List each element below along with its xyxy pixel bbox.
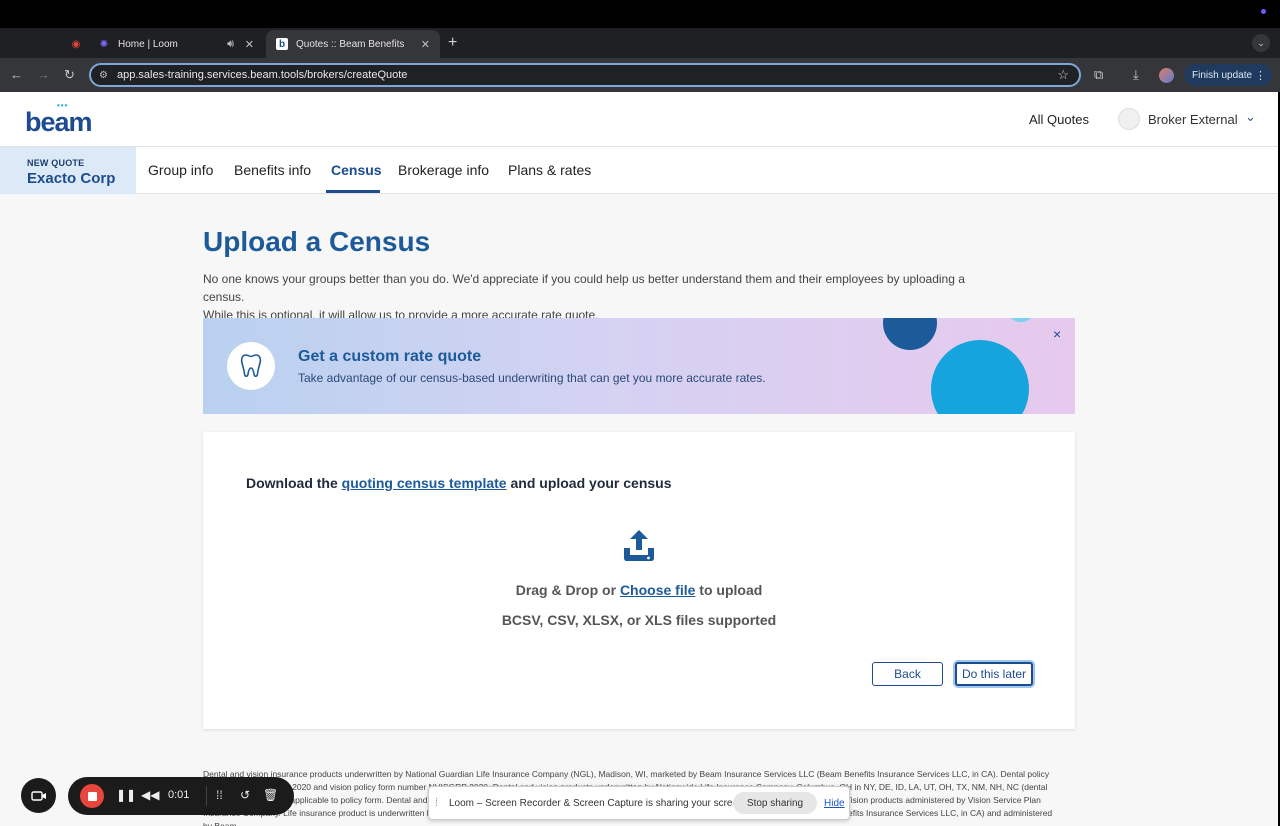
custom-rate-banner: Get a custom rate quote Take advantage o… (203, 318, 1075, 414)
download-instructions: Download the quoting census template and… (246, 475, 672, 491)
restart-icon[interactable]: ↺ (240, 788, 250, 802)
rewind-icon[interactable]: ◀◀ (141, 788, 159, 802)
menu-kebab-icon: ⋮ (1255, 69, 1267, 82)
tab-brokerage-info[interactable]: Brokerage info (398, 162, 489, 178)
reload-icon[interactable]: ↻ (64, 67, 75, 83)
download-prefix: Download the (246, 475, 342, 491)
drag-suffix: to upload (695, 582, 763, 598)
supported-file-types: BCSV, CSV, XLSX, or XLS files supported (501, 612, 777, 628)
upload-card: Download the quoting census template and… (203, 432, 1075, 729)
recording-timer: 0:01 (168, 789, 190, 801)
back-button[interactable]: Back (872, 662, 943, 686)
tab-beam-quotes[interactable]: b Quotes :: Beam Benefits ✕ (266, 30, 440, 58)
decorative-bubble (883, 318, 937, 350)
record-icon: ◉ (71, 38, 81, 50)
logo-text: beam (25, 107, 93, 137)
drag-drop-zone[interactable]: Drag & Drop or Choose file to upload (203, 582, 1075, 598)
screen-share-notice: ⁞ Loom – Screen Recorder & Screen Captur… (428, 786, 850, 820)
tab-plans-rates[interactable]: Plans & rates (508, 162, 591, 178)
decorative-bubble (931, 340, 1029, 414)
chevron-down-icon: ⌄ (1257, 37, 1265, 48)
status-dot (1261, 9, 1266, 14)
divider (206, 786, 207, 806)
tab-title: Home | Loom (118, 38, 178, 50)
drag-handle-icon[interactable]: ⁞ (435, 797, 438, 809)
user-avatar[interactable] (1118, 108, 1140, 130)
decorative-bubble (1009, 318, 1033, 322)
site-header: ••• beam All Quotes Broker External ⌄ (0, 92, 1278, 147)
finish-update-label: Finish update (1192, 69, 1253, 81)
tab-group-info[interactable]: Group info (148, 162, 213, 178)
trash-icon[interactable]: 🗑︎ (263, 788, 278, 802)
all-quotes-link[interactable]: All Quotes (1029, 112, 1089, 127)
new-quote-label: NEW QUOTE (27, 158, 85, 168)
tab-census[interactable]: Census (331, 162, 382, 178)
pause-icon[interactable]: ❚❚ (116, 788, 136, 802)
stop-sharing-button[interactable]: Stop sharing (733, 792, 817, 814)
new-tab-button[interactable]: + (448, 34, 457, 52)
close-icon[interactable]: ✕ (245, 38, 254, 51)
tab-loom-home[interactable]: ✺ Home | Loom 🔊︎ ✕ (88, 30, 264, 58)
intro-text: No one knows your groups better than you… (203, 270, 1003, 324)
tab-benefits-info[interactable]: Benefits info (234, 162, 311, 178)
do-this-later-button[interactable]: Do this later (955, 662, 1033, 686)
active-tab-indicator (326, 190, 380, 193)
share-message: Loom – Screen Recorder & Screen Capture … (449, 798, 747, 809)
grid-icon[interactable]: ⁞⁞ (216, 788, 223, 802)
choose-file-link[interactable]: Choose file (620, 582, 695, 598)
banner-title: Get a custom rate quote (298, 348, 482, 365)
chevron-down-icon[interactable]: ⌄ (1245, 109, 1256, 125)
tab-title: Quotes :: Beam Benefits (296, 38, 405, 50)
tooth-icon (227, 342, 275, 390)
loom-camera-button[interactable] (21, 778, 56, 813)
url-text[interactable]: app.sales-training.services.beam.tools/b… (117, 69, 407, 81)
stop-recording-button[interactable] (80, 784, 104, 808)
intro-line-1: No one knows your groups better than you… (203, 272, 965, 304)
beam-favicon: b (276, 38, 288, 50)
os-top-bar (0, 0, 1280, 28)
beam-logo[interactable]: ••• beam (25, 101, 93, 138)
forward-arrow-icon[interactable]: → (37, 67, 50, 82)
quote-summary: NEW QUOTE Exacto Corp (0, 147, 136, 194)
profile-avatar[interactable] (1159, 68, 1174, 83)
tab-search-button[interactable]: ⌄ (1252, 34, 1270, 52)
loom-icon: ✺ (99, 38, 109, 50)
browser-toolbar: ← → ↻ ⚙ app.sales-training.services.beam… (0, 58, 1280, 92)
upload-icon[interactable] (621, 528, 657, 569)
close-icon[interactable]: × (1053, 326, 1061, 342)
banner-text: Take advantage of our census-based under… (298, 371, 766, 385)
company-name: Exacto Corp (27, 170, 116, 187)
address-bar[interactable]: ⚙ app.sales-training.services.beam.tools… (89, 63, 1081, 87)
download-suffix: and upload your census (506, 475, 672, 491)
browser-tab-strip: ◉ ✺ Home | Loom 🔊︎ ✕ b Quotes :: Beam Be… (0, 28, 1280, 84)
site-info-icon[interactable]: ⚙ (99, 70, 108, 81)
web-page: ••• beam All Quotes Broker External ⌄ NE… (0, 92, 1278, 826)
logo-dots: ••• (57, 101, 69, 110)
stop-icon (87, 791, 97, 801)
camera-icon (30, 790, 46, 801)
download-icon[interactable]: ⤓ (1133, 67, 1139, 83)
census-template-link[interactable]: quoting census template (342, 475, 507, 491)
close-icon[interactable]: ✕ (421, 38, 430, 51)
extensions-icon[interactable]: ⧉ (1094, 67, 1103, 83)
page-title: Upload a Census (203, 226, 431, 257)
bookmark-star-icon[interactable]: ☆ (1057, 67, 1069, 83)
quote-subnav: NEW QUOTE Exacto Corp Group info Benefit… (0, 147, 1278, 194)
loom-recording-controls: ❚❚ ◀◀ 0:01 ⁞⁞ ↺ 🗑︎ (68, 777, 294, 815)
finish-update-button[interactable]: Finish update ⋮ (1184, 64, 1273, 86)
user-menu[interactable]: Broker External (1148, 112, 1238, 127)
back-arrow-icon[interactable]: ← (10, 67, 23, 82)
speaker-icon[interactable]: 🔊︎ (227, 38, 234, 51)
drag-prefix: Drag & Drop or (515, 582, 620, 598)
hide-link[interactable]: Hide (824, 798, 845, 809)
